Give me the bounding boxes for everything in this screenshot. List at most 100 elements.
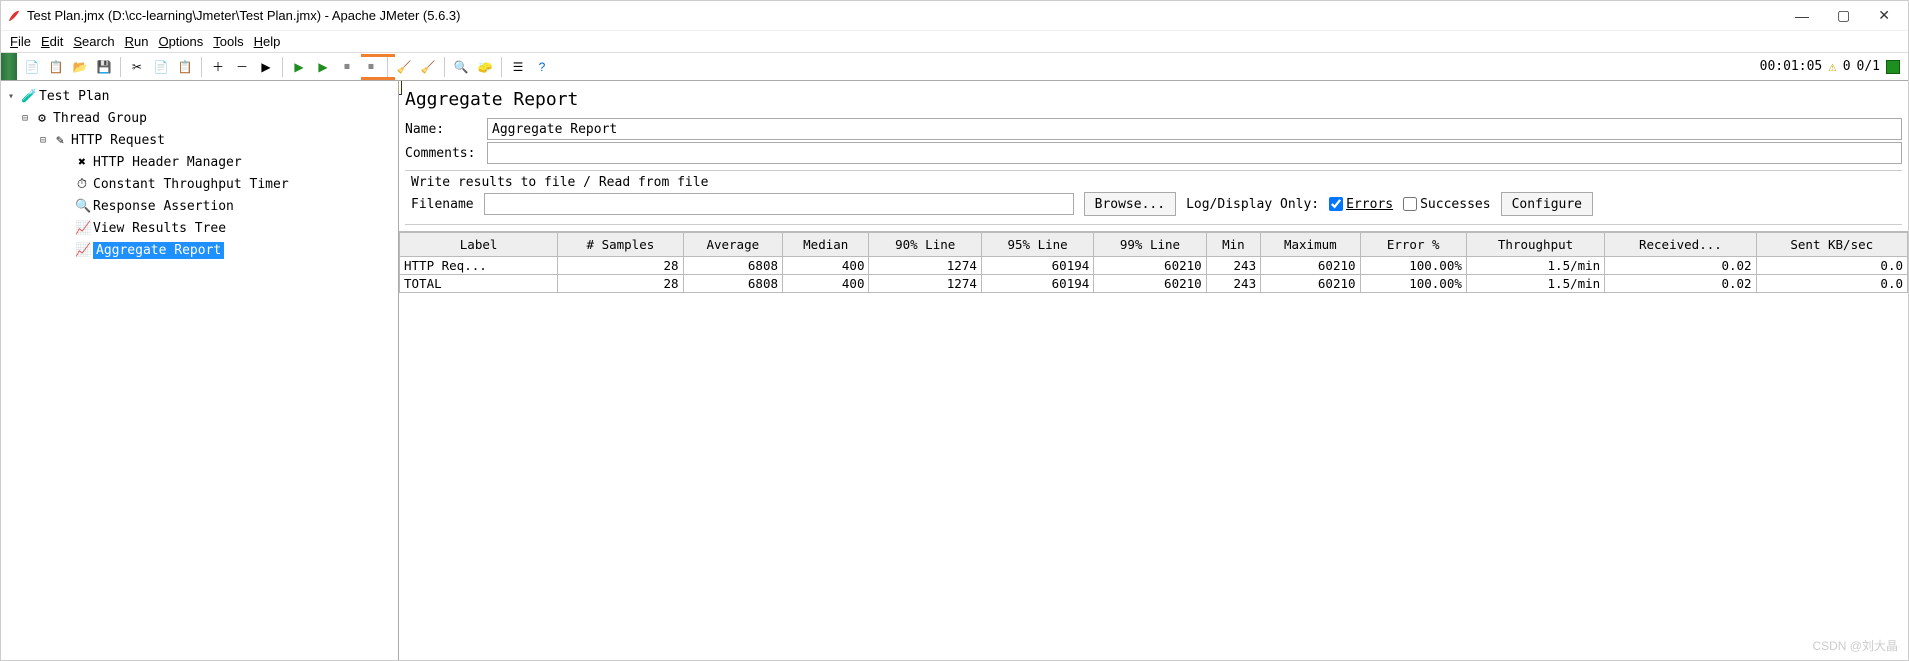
column-header[interactable]: Throughput [1466, 233, 1604, 257]
copy-icon[interactable]: 📄 [150, 56, 172, 78]
node-icon: 📈 [75, 221, 89, 236]
table-cell: 28 [558, 275, 683, 293]
column-header[interactable]: Received... [1605, 233, 1756, 257]
warning-icon[interactable]: ⚠ [1828, 59, 1836, 75]
comments-input[interactable] [487, 142, 1902, 164]
successes-checkbox[interactable]: Successes [1403, 197, 1490, 212]
close-button[interactable]: ✕ [1878, 7, 1890, 24]
table-cell: 0.0 [1756, 257, 1907, 275]
browse-button[interactable]: Browse... [1084, 192, 1176, 216]
table-cell: 243 [1206, 257, 1260, 275]
minimize-button[interactable]: ― [1795, 8, 1809, 24]
table-cell: 1274 [869, 257, 981, 275]
table-cell: 60210 [1261, 257, 1360, 275]
errors-checkbox[interactable]: Errors [1329, 197, 1393, 212]
clear-icon[interactable]: 🧹 [393, 56, 415, 78]
start-icon[interactable]: ▶ [288, 56, 310, 78]
window-title: Test Plan.jmx (D:\cc-learning\Jmeter\Tes… [27, 8, 460, 23]
name-label: Name: [405, 122, 477, 137]
name-input[interactable] [487, 118, 1902, 140]
column-header[interactable]: Average [683, 233, 782, 257]
column-header[interactable]: Min [1206, 233, 1260, 257]
node-icon: 📈 [75, 243, 89, 258]
collapse-icon[interactable]: － [231, 56, 253, 78]
open-icon[interactable]: 📂 [69, 56, 91, 78]
search-icon[interactable]: 🔍 [450, 56, 472, 78]
successes-checkbox-input[interactable] [1403, 197, 1417, 211]
tree-node[interactable]: 🔍Response Assertion [1, 195, 398, 217]
errors-checkbox-label: Errors [1346, 197, 1393, 212]
shutdown-icon[interactable]: ⏹ [360, 56, 382, 78]
menu-help[interactable]: Help [249, 32, 286, 51]
table-cell: 60194 [981, 257, 1093, 275]
app-icon [7, 9, 21, 23]
menu-options[interactable]: Options [153, 32, 208, 51]
tree-node-label: HTTP Header Manager [93, 155, 242, 170]
tree-node[interactable]: ✖HTTP Header Manager [1, 151, 398, 173]
tree-node[interactable]: 📈 Aggregate Report [1, 239, 398, 261]
collapse-icon[interactable]: ⊟ [19, 113, 31, 124]
save-icon[interactable]: 💾 [93, 56, 115, 78]
maximize-button[interactable]: ▢ [1837, 7, 1850, 24]
column-header[interactable]: Maximum [1261, 233, 1360, 257]
tree-node-label: View Results Tree [93, 221, 226, 236]
start-remote-icon[interactable]: ▶ [312, 56, 334, 78]
menu-file[interactable]: File [5, 32, 36, 51]
errors-checkbox-input[interactable] [1329, 197, 1343, 211]
table-row[interactable]: HTTP Req...28680840012746019460210243602… [400, 257, 1908, 275]
expand-icon[interactable]: ＋ [207, 56, 229, 78]
log-display-label: Log/Display Only: [1186, 197, 1319, 212]
menu-run[interactable]: Run [120, 32, 154, 51]
column-header[interactable]: Sent KB/sec [1756, 233, 1907, 257]
column-header[interactable]: # Samples [558, 233, 683, 257]
table-cell: 60210 [1094, 257, 1206, 275]
new-icon[interactable]: 📄 [21, 56, 43, 78]
results-table[interactable]: Label# SamplesAverageMedian90% Line95% L… [399, 232, 1908, 293]
column-header[interactable]: Median [783, 233, 869, 257]
column-header[interactable]: 90% Line [869, 233, 981, 257]
tree-node[interactable]: 📈 View Results Tree [1, 217, 398, 239]
tree-node[interactable]: ⏱Constant Throughput Timer [1, 173, 398, 195]
table-cell: 1274 [869, 275, 981, 293]
configure-button[interactable]: Configure [1501, 192, 1593, 216]
tree-node-httprequest[interactable]: ⊟ ✎ HTTP Request [1, 129, 398, 151]
reset-search-icon[interactable]: 🧽 [474, 56, 496, 78]
table-cell: 28 [558, 257, 683, 275]
menu-tools[interactable]: Tools [208, 32, 248, 51]
elapsed-time: 00:01:05 [1760, 59, 1823, 74]
node-icon: ⏱ [75, 177, 89, 192]
menu-search[interactable]: Search [68, 32, 119, 51]
table-cell: 400 [783, 275, 869, 293]
cut-icon[interactable]: ✂ [126, 56, 148, 78]
collapse-icon[interactable]: ⊟ [37, 135, 49, 146]
title-bar: Test Plan.jmx (D:\cc-learning\Jmeter\Tes… [1, 1, 1908, 31]
help-icon[interactable]: ? [531, 56, 553, 78]
collapse-icon[interactable]: ▾ [5, 91, 17, 102]
filename-input[interactable] [484, 193, 1074, 215]
paste-icon[interactable]: 📋 [174, 56, 196, 78]
tree-node-root[interactable]: ▾ 🧪 Test Plan [1, 85, 398, 107]
stop-icon[interactable]: ⏹ [336, 56, 358, 78]
table-row[interactable]: TOTAL2868084001274601946021024360210100.… [400, 275, 1908, 293]
table-cell: 0.02 [1605, 275, 1756, 293]
filename-label: Filename [411, 197, 474, 212]
table-cell: 243 [1206, 275, 1260, 293]
tree-node-label: Aggregate Report [93, 242, 224, 259]
menu-bar: FileEditSearchRunOptionsToolsHelp [1, 31, 1908, 53]
table-cell: 60210 [1261, 275, 1360, 293]
column-header[interactable]: 95% Line [981, 233, 1093, 257]
table-cell: HTTP Req... [400, 257, 558, 275]
tree-node-threadgroup[interactable]: ⊟ ⚙ Thread Group [1, 107, 398, 129]
table-cell: 0.02 [1605, 257, 1756, 275]
toggle-icon[interactable]: ▶ [255, 56, 277, 78]
column-header[interactable]: Error % [1360, 233, 1466, 257]
column-header[interactable]: 99% Line [1094, 233, 1206, 257]
test-plan-tree[interactable]: ▾ 🧪 Test Plan ⊟ ⚙ Thread Group ⊟ ✎ HTTP … [1, 81, 399, 660]
templates-icon[interactable]: 📋 [45, 56, 67, 78]
column-header[interactable]: Label [400, 233, 558, 257]
menu-edit[interactable]: Edit [36, 32, 68, 51]
function-helper-icon[interactable]: ☰ [507, 56, 529, 78]
toolbar: 📄📋📂💾✂📄📋＋－▶▶▶⏹⏹🧹🧹🔍🧽☰? 00:01:05 ⚠ 0 0/1 [1, 53, 1908, 81]
clear-all-icon[interactable]: 🧹 [417, 56, 439, 78]
node-icon: 🔍 [75, 199, 89, 214]
